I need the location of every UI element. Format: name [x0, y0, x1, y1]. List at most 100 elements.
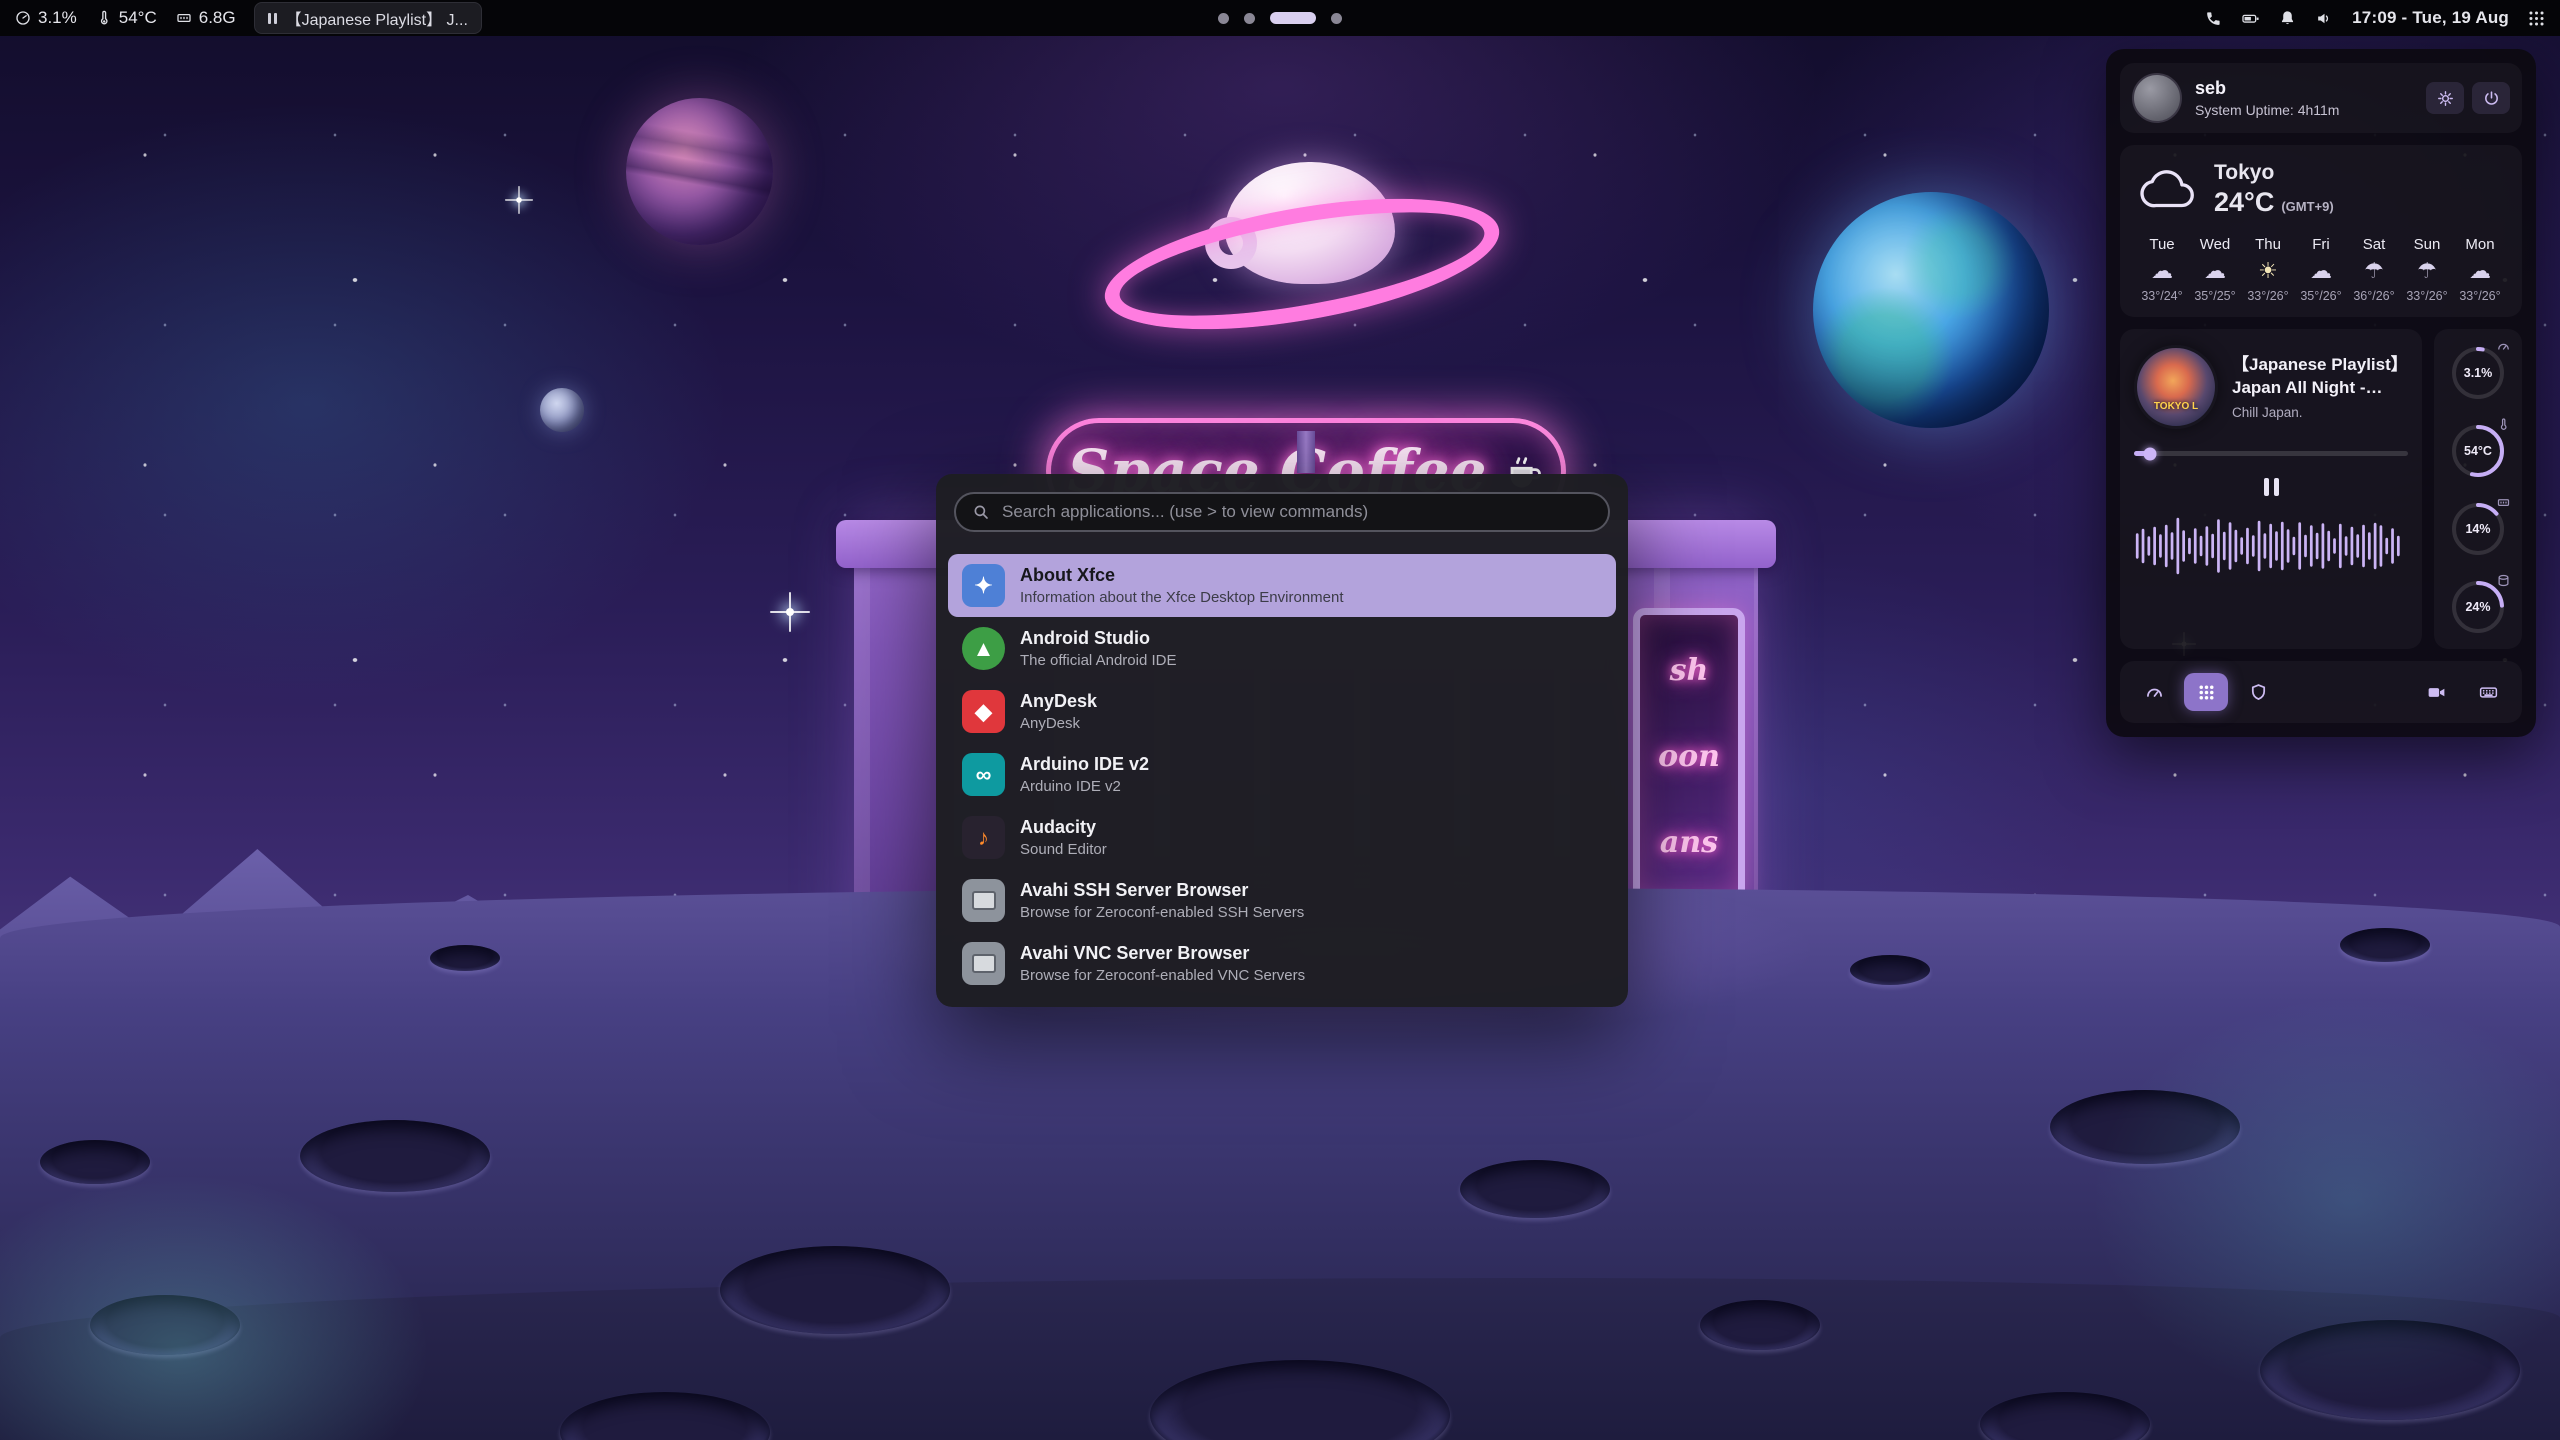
search-bar[interactable] — [954, 492, 1610, 532]
forecast-day-mon: Mon ☁ 33°/26° — [2454, 236, 2506, 303]
launcher-result[interactable]: ◆ AnyDesk AnyDesk — [948, 680, 1616, 743]
result-subtitle: The official Android IDE — [1020, 652, 1176, 669]
gauge-temperature: 54°C — [2449, 419, 2507, 481]
grid-icon — [2527, 9, 2546, 28]
crater — [40, 1140, 150, 1184]
power-button[interactable] — [2472, 82, 2510, 114]
music-subtitle: Chill Japan. — [2232, 405, 2408, 420]
android-studio-icon: ▲ — [962, 627, 1005, 670]
forecast-day-fri: Fri ☁ 35°/26° — [2295, 236, 2347, 303]
gauge-cpu: 3.1% — [2449, 341, 2507, 403]
pause-icon — [268, 13, 277, 24]
window-neon-text: ans — [1660, 825, 1718, 860]
workspace-switcher — [1218, 12, 1342, 24]
shield-button[interactable] — [2236, 673, 2280, 711]
apps-grid-icon — [2196, 682, 2217, 703]
result-title: Avahi VNC Server Browser — [1020, 943, 1305, 964]
volume-button[interactable] — [2315, 9, 2334, 28]
power-icon — [2483, 90, 2500, 107]
forecast-temps: 36°/26° — [2353, 289, 2394, 303]
quick-actions — [2120, 661, 2522, 723]
forecast-weather-icon: ☁ — [2151, 260, 2173, 282]
memory-value: 6.8G — [199, 8, 236, 28]
keyboard-button[interactable] — [2466, 673, 2510, 711]
monitor-icon — [972, 891, 996, 910]
app-glyph: ✦ — [974, 573, 992, 599]
moon-small — [540, 388, 584, 432]
app-grid-button[interactable] — [2527, 9, 2546, 28]
gauge-cpu-value: 3.1% — [2449, 345, 2507, 401]
workspace-dot-4[interactable] — [1331, 13, 1342, 24]
gauge-memory-value: 14% — [2449, 501, 2507, 557]
workspace-dot-2[interactable] — [1244, 13, 1255, 24]
system-gauges: 3.1% 54°C — [2434, 329, 2522, 649]
cpu-gauge-icon — [14, 9, 32, 27]
performance-button[interactable] — [2132, 673, 2176, 711]
weather-city: Tokyo — [2214, 161, 2334, 185]
launcher-result[interactable]: ✦ About Xfce Information about the Xfce … — [948, 554, 1616, 617]
monitor-icon — [972, 954, 996, 973]
progress-handle[interactable] — [2144, 447, 2157, 460]
launcher-result[interactable]: ♪ Audacity Sound Editor — [948, 806, 1616, 869]
app-glyph: ▲ — [973, 636, 995, 662]
phone-icon — [2204, 9, 2223, 28]
thermometer-icon — [95, 9, 113, 27]
search-input[interactable] — [1000, 501, 1592, 523]
forecast-weather-icon: ☁ — [2310, 260, 2332, 282]
clock[interactable]: 17:09 - Tue, 19 Aug — [2352, 8, 2509, 28]
planet-purple — [626, 98, 773, 245]
result-title: AnyDesk — [1020, 691, 1097, 712]
launcher-result[interactable]: Avahi VNC Server Browser Browse for Zero… — [948, 932, 1616, 995]
music-progress[interactable] — [2134, 451, 2408, 456]
apps-button[interactable] — [2184, 673, 2228, 711]
video-camera-icon — [2426, 682, 2447, 703]
battery-indicator[interactable] — [2241, 9, 2260, 28]
result-subtitle: Arduino IDE v2 — [1020, 778, 1149, 795]
profile-name: seb — [2195, 78, 2339, 99]
gear-icon — [2437, 90, 2454, 107]
audacity-icon: ♪ — [962, 816, 1005, 859]
result-title: Audacity — [1020, 817, 1107, 838]
planet-earth — [1813, 192, 2049, 428]
notifications-button[interactable] — [2278, 9, 2297, 28]
launcher-result[interactable]: ▲ Android Studio The official Android ID… — [948, 617, 1616, 680]
crater — [430, 945, 500, 971]
forecast-day-label: Fri — [2312, 236, 2330, 253]
workspace-dot-1[interactable] — [1218, 13, 1229, 24]
crater — [2260, 1320, 2520, 1420]
keyboard-icon — [2478, 682, 2499, 703]
now-playing-button[interactable]: 【Japanese Playlist】 J... — [254, 2, 482, 34]
crater — [90, 1295, 240, 1355]
forecast-day-label: Tue — [2149, 236, 2174, 253]
ram-icon — [175, 9, 193, 27]
weather-timezone: (GMT+9) — [2281, 199, 2333, 214]
bell-icon — [2278, 9, 2297, 28]
forecast-weather-icon: ☁ — [2469, 260, 2491, 282]
forecast-temps: 33°/26° — [2459, 289, 2500, 303]
gauge-disk: 24% — [2449, 575, 2507, 637]
forecast-temps: 33°/26° — [2247, 289, 2288, 303]
dashboard-panel: seb System Uptime: 4h11m Tokyo — [2106, 49, 2536, 737]
pause-button[interactable] — [2255, 472, 2288, 502]
music-title: 【Japanese Playlist】 Japan All Night - To… — [2232, 354, 2408, 400]
result-subtitle: Browse for Zeroconf-enabled VNC Servers — [1020, 967, 1305, 984]
forecast-temps: 33°/24° — [2141, 289, 2182, 303]
forecast-weather-icon: ☁ — [2204, 260, 2226, 282]
record-button[interactable] — [2414, 673, 2458, 711]
result-title: Avahi SSH Server Browser — [1020, 880, 1304, 901]
avahi-vnc-icon — [962, 942, 1005, 985]
forecast-day-label: Wed — [2200, 236, 2231, 253]
settings-button[interactable] — [2426, 82, 2464, 114]
phone-link-button[interactable] — [2204, 9, 2223, 28]
forecast-day-label: Sun — [2414, 236, 2441, 253]
sparkle-star — [516, 197, 522, 203]
temperature-value: 54°C — [119, 8, 157, 28]
forecast-day-label: Thu — [2255, 236, 2281, 253]
workspace-pill-active[interactable] — [1270, 12, 1316, 24]
launcher-results: ✦ About Xfce Information about the Xfce … — [936, 554, 1628, 995]
forecast-day-tue: Tue ☁ 33°/24° — [2136, 236, 2188, 303]
launcher-result[interactable]: ∞ Arduino IDE v2 Arduino IDE v2 — [948, 743, 1616, 806]
avatar — [2132, 73, 2182, 123]
launcher-result[interactable]: Avahi SSH Server Browser Browse for Zero… — [948, 869, 1616, 932]
shop-window: sh oon ans — [1633, 608, 1745, 904]
